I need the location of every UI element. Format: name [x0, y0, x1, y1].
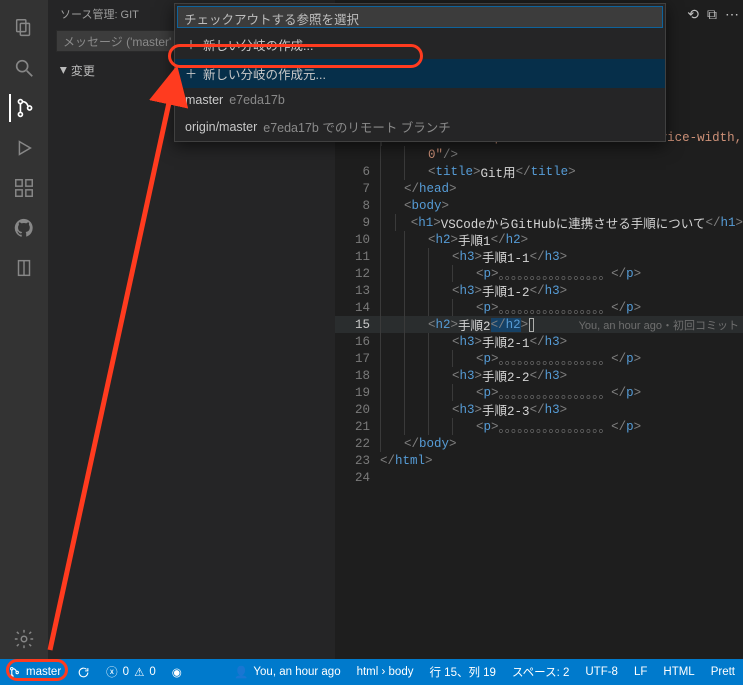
refresh-icon[interactable]: ⟲ [687, 6, 699, 23]
github-icon[interactable] [10, 214, 38, 242]
bookmark-icon[interactable] [10, 254, 38, 282]
quickpick-item-desc: e7eda17b [229, 93, 285, 107]
chevron-down-icon: ▶ [58, 67, 69, 74]
status-breadcrumb[interactable]: html › body [349, 659, 422, 685]
quickpick-item-label: 新しい分岐の作成... [203, 35, 313, 54]
quickpick-item-new-branch[interactable]: ＋ 新しい分岐の作成... [175, 30, 665, 59]
search-icon[interactable] [10, 54, 38, 82]
broadcast-icon: ◉ [172, 665, 182, 679]
status-bar: master ⓧ0 ⚠0 ◉ 👤You, an hour ago html › … [0, 659, 743, 685]
status-live[interactable]: ◉ [164, 659, 190, 685]
explorer-icon[interactable] [10, 14, 38, 42]
more-icon[interactable]: ⋯ [725, 6, 739, 23]
status-spaces[interactable]: スペース: 2 [504, 659, 577, 685]
debug-icon[interactable] [10, 134, 38, 162]
status-encoding[interactable]: UTF-8 [577, 659, 626, 685]
status-problems[interactable]: ⓧ0 ⚠0 [98, 659, 164, 685]
extensions-icon[interactable] [10, 174, 38, 202]
quickpick-item-master[interactable]: master e7eda17b [175, 88, 665, 112]
editor-toolbar: ⟲ ⧉ ⋯ [687, 6, 739, 23]
changes-label: 変更 [71, 62, 95, 79]
quickpick-panel: チェックアウトする参照を選択 ＋ 新しい分岐の作成... ＋ 新しい分岐の作成元..… [174, 3, 666, 142]
status-blame[interactable]: 👤You, an hour ago [226, 659, 349, 685]
quickpick-item-label: origin/master [185, 120, 257, 134]
split-icon[interactable]: ⧉ [707, 6, 717, 23]
quickpick-item-label: master [185, 93, 223, 107]
editor-cursor [529, 318, 534, 332]
status-cursor[interactable]: 行 15、列 19 [421, 659, 503, 685]
codelens-blame: You, an hour ago・初回コミット [579, 317, 739, 333]
status-branch-label: master [26, 666, 61, 678]
quickpick-item-origin-master[interactable]: origin/master e7eda17b でのリモート ブランチ [175, 112, 665, 141]
quickpick-item-label: 新しい分岐の作成元... [203, 64, 326, 83]
error-icon: ⓧ [106, 664, 118, 680]
status-eol[interactable]: LF [626, 659, 655, 685]
quickpick-item-desc: e7eda17b でのリモート ブランチ [263, 117, 451, 136]
quickpick-input[interactable]: チェックアウトする参照を選択 [177, 6, 663, 28]
code-lines: 4<meta charset="UTF-8" /> 5<meta name="v… [335, 112, 743, 486]
activity-bar [0, 0, 48, 659]
plus-icon: ＋ [185, 36, 197, 53]
warning-icon: ⚠ [134, 665, 144, 679]
status-prettier[interactable]: Prett [703, 659, 743, 685]
status-branch[interactable]: master [0, 659, 69, 685]
settings-gear-icon[interactable] [10, 625, 38, 653]
status-lang[interactable]: HTML [655, 659, 702, 685]
quickpick-item-new-branch-from[interactable]: ＋ 新しい分岐の作成元... [175, 59, 665, 88]
plus-icon: ＋ [185, 65, 197, 82]
status-sync[interactable] [69, 659, 98, 685]
scm-icon[interactable] [9, 94, 37, 122]
person-icon: 👤 [234, 665, 248, 679]
